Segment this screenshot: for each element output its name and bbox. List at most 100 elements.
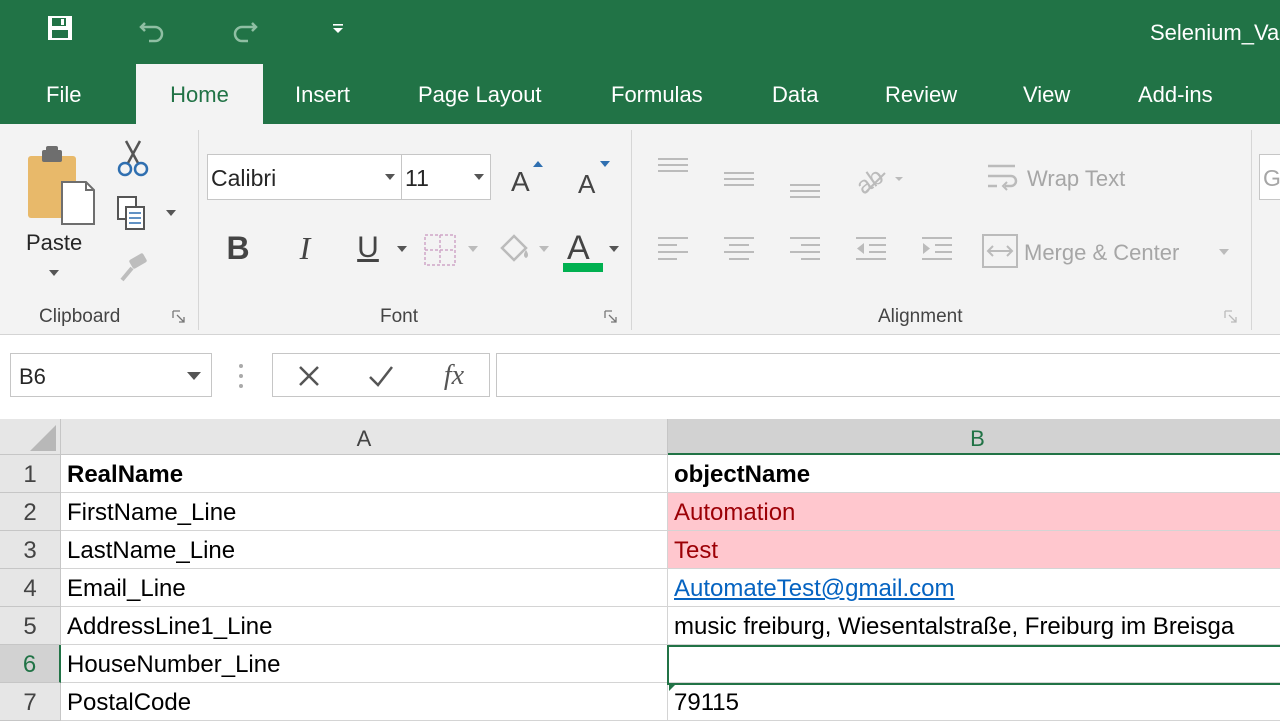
- align-left-icon[interactable]: [654, 232, 692, 266]
- row-header-2[interactable]: 2: [0, 493, 61, 531]
- orientation-icon[interactable]: ab: [850, 158, 906, 200]
- customize-quick-access-icon[interactable]: [320, 10, 356, 46]
- tab-formulas[interactable]: Formulas: [611, 64, 703, 124]
- decrease-indent-icon[interactable]: [852, 232, 890, 266]
- column-header-a[interactable]: A: [61, 419, 668, 455]
- clipboard-group-label: Clipboard: [39, 306, 121, 327]
- format-painter-icon[interactable]: [114, 250, 152, 288]
- cell-b2[interactable]: Automation: [668, 493, 1280, 531]
- align-center-icon[interactable]: [720, 232, 758, 266]
- cell-a6[interactable]: HouseNumber_Line: [61, 645, 668, 683]
- font-group-label: Font: [380, 306, 419, 327]
- cell-a2[interactable]: FirstName_Line: [61, 493, 668, 531]
- svg-text:A: A: [511, 166, 530, 197]
- bottom-align-icon[interactable]: [786, 172, 824, 202]
- borders-icon[interactable]: [420, 230, 460, 270]
- cell-b5[interactable]: music freiburg, Wiesentalstraße, Freibur…: [668, 607, 1280, 645]
- copy-icon[interactable]: [112, 194, 150, 234]
- tab-data[interactable]: Data: [772, 64, 818, 124]
- alignment-launcher-icon[interactable]: [1224, 310, 1238, 324]
- merge-center-label[interactable]: Merge & Center: [1024, 240, 1179, 266]
- wrap-text-label[interactable]: Wrap Text: [1027, 166, 1125, 192]
- merge-center-icon[interactable]: [980, 232, 1020, 270]
- cell-b6[interactable]: [668, 645, 1280, 683]
- middle-align-icon[interactable]: [720, 164, 758, 194]
- align-right-icon[interactable]: [786, 232, 824, 266]
- alignment-group-label: Alignment: [878, 306, 963, 327]
- name-box-value: B6: [19, 364, 46, 389]
- row-header-5[interactable]: 5: [0, 607, 61, 645]
- font-name-combo[interactable]: Calibri: [207, 154, 402, 200]
- worksheet-grid: A B 1 RealName objectName 2 FirstName_Li…: [0, 419, 1280, 721]
- chevron-down-icon: [474, 174, 484, 180]
- tab-page-layout[interactable]: Page Layout: [418, 64, 542, 124]
- cell-a4[interactable]: Email_Line: [61, 569, 668, 607]
- italic-button[interactable]: I: [287, 228, 323, 268]
- row-header-4[interactable]: 4: [0, 569, 61, 607]
- tab-insert[interactable]: Insert: [295, 64, 350, 124]
- cell-a5[interactable]: AddressLine1_Line: [61, 607, 668, 645]
- enter-icon[interactable]: [363, 360, 399, 392]
- cell-b4[interactable]: AutomateTest@gmail.com: [668, 569, 1280, 607]
- merge-center-dropdown-icon[interactable]: [1219, 249, 1229, 255]
- svg-text:A: A: [578, 169, 596, 197]
- top-align-icon[interactable]: [654, 154, 692, 184]
- tab-file[interactable]: File: [46, 64, 81, 124]
- tab-view[interactable]: View: [1023, 64, 1070, 124]
- formula-bar-grip-icon[interactable]: [238, 363, 244, 389]
- redo-icon[interactable]: [227, 10, 263, 46]
- fill-color-dropdown-icon[interactable]: [539, 246, 549, 252]
- formula-buttons: fx: [272, 353, 490, 397]
- select-all-button[interactable]: [0, 419, 61, 455]
- increase-indent-icon[interactable]: [918, 232, 956, 266]
- row-header-3[interactable]: 3: [0, 531, 61, 569]
- paste-button[interactable]: [20, 138, 100, 234]
- paste-dropdown-icon[interactable]: [49, 270, 59, 276]
- formula-bar: B6 fx: [0, 335, 1280, 419]
- paste-label: Paste: [26, 230, 83, 255]
- font-launcher-icon[interactable]: [604, 310, 618, 324]
- fill-color-icon[interactable]: [494, 228, 534, 270]
- cell-a1[interactable]: RealName: [61, 455, 668, 493]
- row-header-7[interactable]: 7: [0, 683, 61, 721]
- copy-dropdown-icon[interactable]: [166, 210, 176, 216]
- cut-icon[interactable]: [114, 138, 152, 178]
- cell-b7[interactable]: 79115: [668, 683, 1280, 721]
- number-format-combo[interactable]: G: [1259, 154, 1280, 200]
- cell-a7[interactable]: PostalCode: [61, 683, 668, 721]
- ribbon-tabs: File Home Insert Page Layout Formulas Da…: [0, 64, 1280, 124]
- insert-function-icon[interactable]: fx: [433, 358, 475, 394]
- increase-font-size-button[interactable]: A: [506, 156, 546, 198]
- svg-text:A: A: [567, 229, 590, 267]
- undo-icon[interactable]: [134, 10, 170, 46]
- cancel-icon[interactable]: [291, 360, 327, 392]
- clipboard-launcher-icon[interactable]: [172, 310, 186, 324]
- name-box[interactable]: B6: [10, 353, 212, 397]
- borders-dropdown-icon[interactable]: [468, 246, 478, 252]
- font-size-combo[interactable]: 11: [401, 154, 491, 200]
- tab-review[interactable]: Review: [885, 64, 957, 124]
- cell-b1[interactable]: objectName: [668, 455, 1280, 493]
- font-color-dropdown-icon[interactable]: [609, 246, 619, 252]
- bold-button[interactable]: B: [220, 228, 256, 268]
- column-header-b[interactable]: B: [668, 419, 1280, 455]
- tab-add-ins[interactable]: Add-ins: [1138, 64, 1213, 124]
- chevron-down-icon: [187, 372, 201, 380]
- underline-button[interactable]: U: [350, 228, 386, 268]
- title-bar: Selenium_Va: [0, 0, 1280, 64]
- tab-home[interactable]: Home: [136, 64, 263, 124]
- save-icon[interactable]: [42, 10, 78, 46]
- cell-a3[interactable]: LastName_Line: [61, 531, 668, 569]
- formula-input[interactable]: [496, 353, 1280, 397]
- underline-dropdown-icon[interactable]: [397, 246, 407, 252]
- decrease-font-size-button[interactable]: A: [573, 156, 613, 198]
- font-color-icon[interactable]: A: [560, 224, 604, 274]
- row-header-6[interactable]: 6: [0, 645, 61, 683]
- wrap-text-icon[interactable]: [984, 158, 1024, 198]
- cell-b3[interactable]: Test: [668, 531, 1280, 569]
- group-separator: [1251, 130, 1252, 330]
- number-format-value: G: [1263, 165, 1280, 191]
- row-header-1[interactable]: 1: [0, 455, 61, 493]
- font-size-value: 11: [405, 165, 429, 191]
- group-separator: [631, 130, 632, 330]
